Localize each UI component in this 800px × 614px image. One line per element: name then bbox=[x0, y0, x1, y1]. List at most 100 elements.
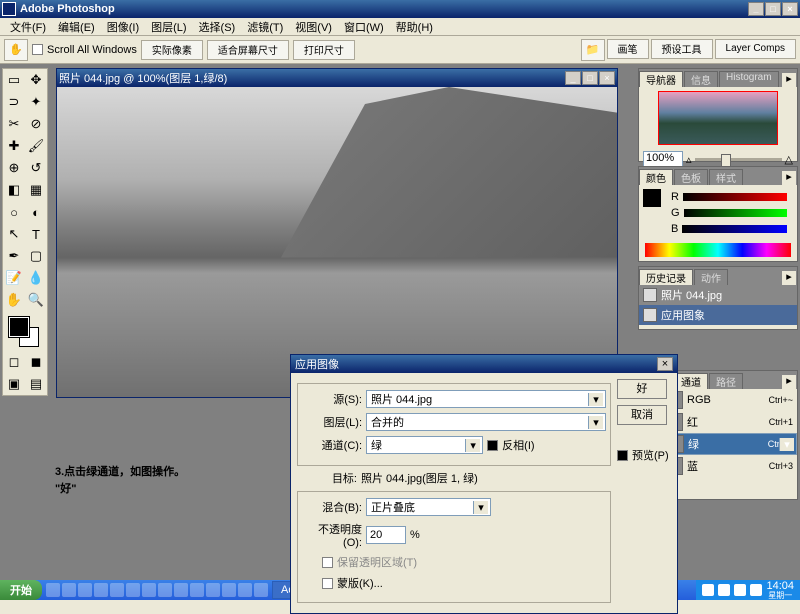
mask-checkbox[interactable] bbox=[322, 578, 333, 589]
close-button[interactable]: × bbox=[782, 2, 798, 16]
menu-filter[interactable]: 滤镜(T) bbox=[241, 18, 289, 36]
menu-edit[interactable]: 编辑(E) bbox=[52, 18, 101, 36]
preview-checkbox[interactable] bbox=[617, 450, 628, 461]
notes-tool[interactable]: 📝 bbox=[3, 267, 25, 289]
fit-screen-button[interactable]: 适合屏幕尺寸 bbox=[207, 40, 289, 60]
ql-icon[interactable] bbox=[206, 583, 220, 597]
wand-tool[interactable]: ✦ bbox=[25, 91, 47, 113]
dock-tab-brushes[interactable]: 画笔 bbox=[607, 39, 649, 59]
blur-tool[interactable]: ○ bbox=[3, 201, 25, 223]
panel-menu-icon[interactable]: ▸ bbox=[782, 375, 796, 389]
ql-icon[interactable] bbox=[142, 583, 156, 597]
tab-info[interactable]: 信息 bbox=[684, 71, 718, 87]
zoom-out-icon[interactable]: ▵ bbox=[686, 153, 692, 166]
tray-icon[interactable] bbox=[718, 584, 730, 596]
history-brush-tool[interactable]: ↺ bbox=[25, 157, 47, 179]
cancel-button[interactable]: 取消 bbox=[617, 405, 667, 425]
minimize-button[interactable]: _ bbox=[748, 2, 764, 16]
tab-swatches[interactable]: 色板 bbox=[674, 169, 708, 185]
dodge-tool[interactable]: ◐ bbox=[25, 201, 47, 223]
ql-icon[interactable] bbox=[126, 583, 140, 597]
color-spectrum[interactable] bbox=[645, 243, 791, 257]
zoom-slider[interactable] bbox=[695, 158, 782, 161]
panel-menu-icon[interactable]: ▸ bbox=[782, 171, 796, 185]
tab-history[interactable]: 历史记录 bbox=[639, 269, 693, 285]
panel-menu-icon[interactable]: ▸ bbox=[782, 73, 796, 87]
channel-select[interactable]: 绿 bbox=[366, 436, 483, 454]
doc-maximize-button[interactable]: □ bbox=[582, 71, 598, 85]
ql-icon[interactable] bbox=[78, 583, 92, 597]
menu-layer[interactable]: 图层(L) bbox=[145, 18, 192, 36]
source-select[interactable]: 照片 044.jpg bbox=[366, 390, 606, 408]
hand-tool-icon[interactable]: ✋ bbox=[4, 39, 28, 61]
navigator-thumbnail[interactable] bbox=[658, 91, 778, 145]
ql-icon[interactable] bbox=[254, 583, 268, 597]
screenmode-full[interactable]: ▤ bbox=[25, 373, 47, 395]
foreground-color[interactable] bbox=[9, 317, 29, 337]
tab-channels[interactable]: 通道 bbox=[674, 373, 708, 389]
dialog-titlebar[interactable]: 应用图像 × bbox=[291, 355, 677, 373]
ok-button[interactable]: 好 bbox=[617, 379, 667, 399]
tab-histogram[interactable]: Histogram bbox=[719, 71, 779, 87]
invert-checkbox[interactable] bbox=[487, 440, 498, 451]
maximize-button[interactable]: □ bbox=[765, 2, 781, 16]
screenmode-std[interactable]: ▣ bbox=[3, 373, 25, 395]
brush-tool[interactable]: 🖌 bbox=[25, 135, 47, 157]
tray-icon[interactable] bbox=[702, 584, 714, 596]
stamp-tool[interactable]: ⊕ bbox=[3, 157, 25, 179]
hand-tool[interactable]: ✋ bbox=[3, 289, 25, 311]
tab-actions[interactable]: 动作 bbox=[694, 269, 728, 285]
tab-color[interactable]: 颜色 bbox=[639, 169, 673, 185]
lasso-tool[interactable]: ⊃ bbox=[3, 91, 25, 113]
print-size-button[interactable]: 打印尺寸 bbox=[293, 40, 355, 60]
ql-icon[interactable] bbox=[222, 583, 236, 597]
menu-select[interactable]: 选择(S) bbox=[193, 18, 242, 36]
eyedropper-tool[interactable]: 💧 bbox=[25, 267, 47, 289]
panel-menu-icon[interactable]: ▸ bbox=[782, 271, 796, 285]
menu-image[interactable]: 图像(I) bbox=[101, 18, 145, 36]
ql-icon[interactable] bbox=[110, 583, 124, 597]
crop-tool[interactable]: ✂ bbox=[3, 113, 25, 135]
document-titlebar[interactable]: 照片 044.jpg @ 100%(图层 1,绿/8) _ □ × bbox=[57, 69, 617, 87]
move-tool[interactable]: ✥ bbox=[25, 69, 47, 91]
color-wells[interactable] bbox=[3, 311, 47, 351]
zoom-in-icon[interactable]: △ bbox=[785, 153, 793, 166]
ql-icon[interactable] bbox=[62, 583, 76, 597]
heal-tool[interactable]: ✚ bbox=[3, 135, 25, 157]
file-browser-icon[interactable]: 📁 bbox=[581, 39, 605, 61]
tab-paths[interactable]: 路径 bbox=[709, 373, 743, 389]
menu-help[interactable]: 帮助(H) bbox=[390, 18, 439, 36]
dock-tab-tool-presets[interactable]: 预设工具 bbox=[651, 39, 713, 59]
doc-minimize-button[interactable]: _ bbox=[565, 71, 581, 85]
shape-tool[interactable]: ▢ bbox=[25, 245, 47, 267]
ql-icon[interactable] bbox=[238, 583, 252, 597]
zoom-input[interactable]: 100% bbox=[643, 151, 683, 167]
ql-icon[interactable] bbox=[158, 583, 172, 597]
ql-icon[interactable] bbox=[46, 583, 60, 597]
quickmask-off[interactable]: ◻ bbox=[3, 351, 25, 373]
pen-tool[interactable]: ✒ bbox=[3, 245, 25, 267]
opacity-input[interactable]: 20 bbox=[366, 526, 406, 544]
tray-icon[interactable] bbox=[734, 584, 746, 596]
start-button[interactable]: 开始 bbox=[0, 580, 42, 600]
canvas[interactable] bbox=[57, 87, 617, 397]
blend-select[interactable]: 正片叠底 bbox=[366, 498, 491, 516]
slice-tool[interactable]: ⊘ bbox=[25, 113, 47, 135]
tray-icon[interactable] bbox=[750, 584, 762, 596]
history-snapshot[interactable]: 照片 044.jpg bbox=[639, 285, 797, 305]
red-slider[interactable] bbox=[683, 193, 787, 201]
type-tool[interactable]: T bbox=[25, 223, 47, 245]
eraser-tool[interactable]: ◧ bbox=[3, 179, 25, 201]
menu-view[interactable]: 视图(V) bbox=[289, 18, 338, 36]
history-step[interactable]: 应用图象 bbox=[639, 305, 797, 325]
ql-icon[interactable] bbox=[174, 583, 188, 597]
path-tool[interactable]: ↖ bbox=[3, 223, 25, 245]
menu-file[interactable]: 文件(F) bbox=[4, 18, 52, 36]
tab-styles[interactable]: 样式 bbox=[709, 169, 743, 185]
green-slider[interactable] bbox=[684, 209, 787, 217]
quickmask-on[interactable]: ◼ bbox=[25, 351, 47, 373]
ql-icon[interactable] bbox=[190, 583, 204, 597]
gradient-tool[interactable]: ▦ bbox=[25, 179, 47, 201]
marquee-tool[interactable]: ▭ bbox=[3, 69, 25, 91]
dock-tab-layer-comps[interactable]: Layer Comps bbox=[715, 39, 796, 59]
